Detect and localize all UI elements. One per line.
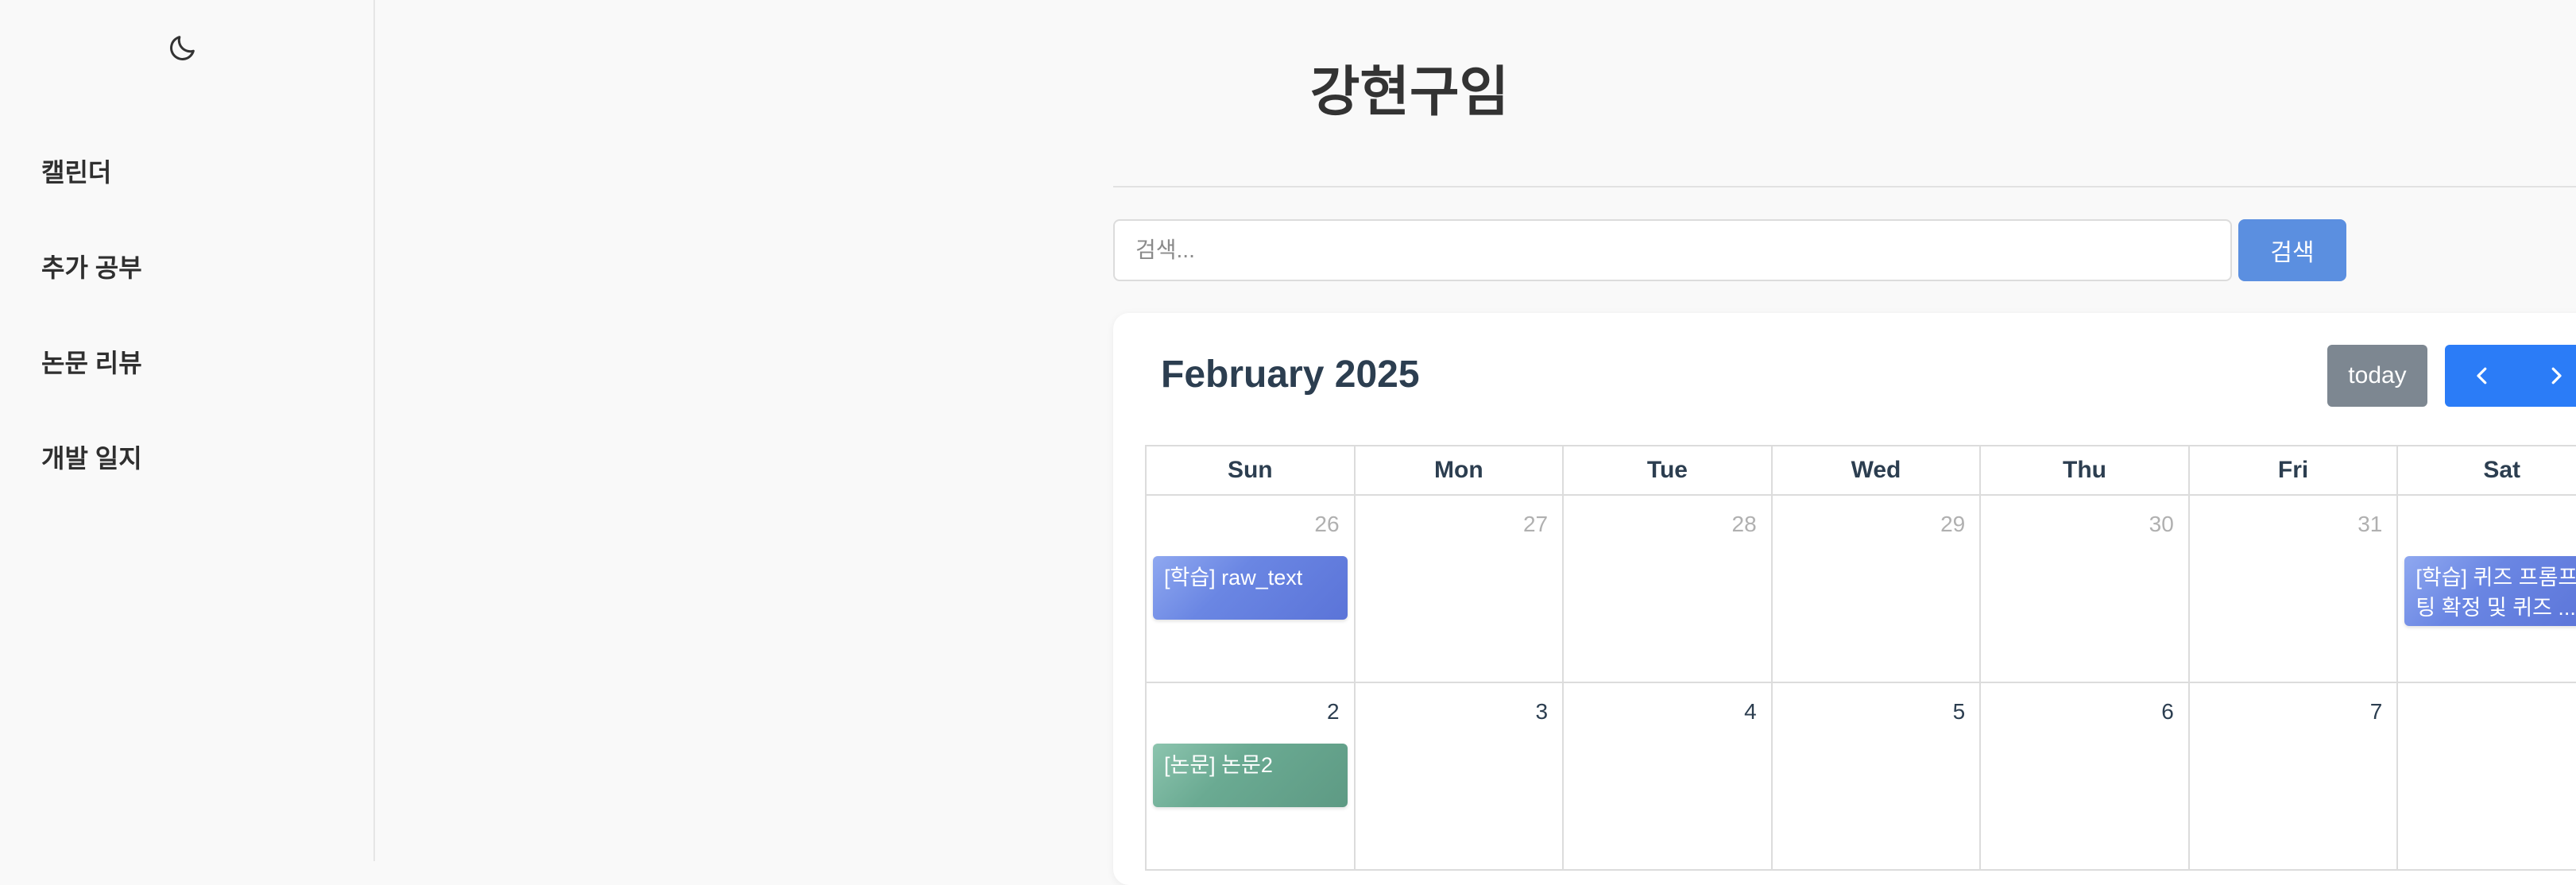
event-title: [학습] 퀴즈 프롬프팅 확정 및 퀴즈 ...: [2415, 566, 2576, 620]
weekday-header: Thu: [1979, 445, 2190, 496]
day-number[interactable]: 2: [1327, 699, 1340, 725]
weekday-header: Wed: [1770, 445, 1982, 496]
day-cell[interactable]: 3: [1353, 682, 1565, 871]
day-cell[interactable]: 5: [1770, 682, 1982, 871]
weekday-header-row: Sun Mon Tue Wed Thu Fri Sat: [1145, 445, 2576, 496]
day-cell[interactable]: 8: [2396, 682, 2576, 871]
weekday-header: Fri: [2187, 445, 2399, 496]
calendar: February 2025 today Sun Mon Tue Wed Thu …: [1113, 313, 2576, 885]
day-cell[interactable]: 28: [1562, 494, 1773, 683]
sidebar-item-extra-study[interactable]: 추가 공부: [41, 248, 142, 284]
weekday-header: Sun: [1145, 445, 1356, 496]
sidebar-item-calendar[interactable]: 캘린더: [41, 153, 111, 189]
day-cell[interactable]: 4: [1562, 682, 1773, 871]
calendar-grid: Sun Mon Tue Wed Thu Fri Sat 26 [학습] raw_…: [1145, 445, 2576, 871]
day-number[interactable]: 26: [1314, 512, 1339, 537]
day-cell[interactable]: 2 [논문] 논문2: [1145, 682, 1356, 871]
weekday-header: Mon: [1353, 445, 1565, 496]
month-nav: [2445, 345, 2576, 407]
day-cell[interactable]: 1 [학습] 퀴즈 프롬프팅 확정 및 퀴즈 ...: [2396, 494, 2576, 683]
calendar-event[interactable]: [학습] raw_text: [1153, 556, 1348, 620]
prev-month-button[interactable]: [2445, 345, 2519, 407]
day-cell[interactable]: 26 [학습] raw_text: [1145, 494, 1356, 683]
sidebar-item-dev-log[interactable]: 개발 일지: [41, 439, 142, 475]
search-button[interactable]: 검색: [2238, 219, 2346, 281]
event-title: [학습] raw_text: [1164, 566, 1303, 589]
next-month-button[interactable]: [2519, 345, 2576, 407]
calendar-title: February 2025: [1161, 354, 1420, 396]
weekday-header: Sat: [2396, 445, 2576, 496]
calendar-event[interactable]: [학습] 퀴즈 프롬프팅 확정 및 퀴즈 ...: [2404, 556, 2576, 626]
chevron-left-icon: [2476, 367, 2486, 385]
day-cell[interactable]: 6: [1979, 682, 2190, 871]
day-cell[interactable]: 27: [1353, 494, 1565, 683]
day-number[interactable]: 3: [1536, 699, 1549, 725]
day-number[interactable]: 31: [2357, 512, 2382, 537]
day-number[interactable]: 27: [1523, 512, 1548, 537]
day-cell[interactable]: 7: [2187, 682, 2399, 871]
day-cell[interactable]: 30: [1979, 494, 2190, 683]
day-cell[interactable]: 31: [2187, 494, 2399, 683]
day-number[interactable]: 29: [1940, 512, 1965, 537]
day-number[interactable]: 7: [2370, 699, 2383, 725]
search-input[interactable]: [1113, 219, 2232, 281]
moon-icon[interactable]: [164, 29, 202, 67]
weekday-header: Tue: [1562, 445, 1773, 496]
day-cell[interactable]: 29: [1770, 494, 1982, 683]
page-title: 강현구임: [1309, 62, 1510, 122]
main-content: 강현구임 검색 February 2025 today Sun Mon Tue …: [377, 0, 2576, 885]
day-number[interactable]: 4: [1744, 699, 1757, 725]
sidebar-item-paper-review[interactable]: 논문 리뷰: [41, 343, 142, 380]
day-number[interactable]: 6: [2161, 699, 2174, 725]
chevron-right-icon: [2551, 367, 2562, 385]
today-button[interactable]: today: [2327, 345, 2427, 407]
title-divider: [1113, 186, 2576, 187]
day-number[interactable]: 28: [1732, 512, 1757, 537]
week-row: 26 [학습] raw_text 27 28 29 30 31 1 [학습] 퀴…: [1145, 494, 2576, 683]
day-number[interactable]: 30: [2149, 512, 2174, 537]
sidebar: 캘린더 추가 공부 논문 리뷰 개발 일지: [0, 0, 375, 861]
event-title: [논문] 논문2: [1164, 753, 1273, 777]
calendar-event[interactable]: [논문] 논문2: [1153, 744, 1348, 807]
week-row: 2 [논문] 논문2 3 4 5 6 7 8: [1145, 682, 2576, 871]
day-number[interactable]: 5: [1953, 699, 1966, 725]
